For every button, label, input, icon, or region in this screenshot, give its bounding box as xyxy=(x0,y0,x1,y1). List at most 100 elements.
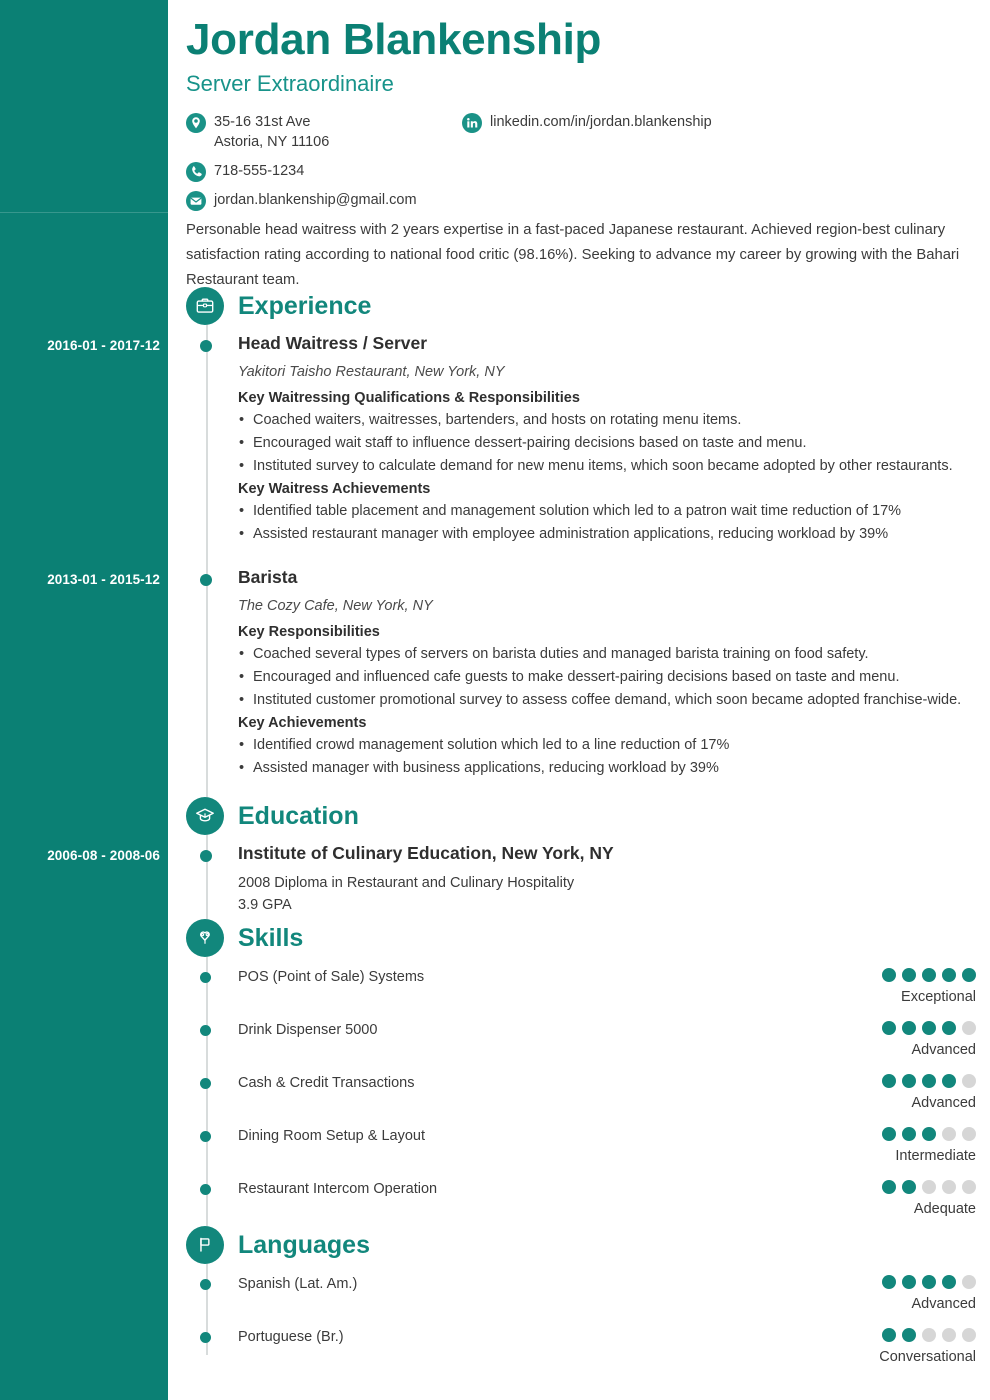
contact-column-left: 35-16 31st Ave Astoria, NY 11106 718-555… xyxy=(186,112,456,219)
skill-rating-3: Advanced xyxy=(716,1073,976,1112)
experience-entry-1-group-2-label: Key Waitress Achievements xyxy=(238,481,431,498)
contact-address: 35-16 31st Ave Astoria, NY 11106 xyxy=(186,112,456,152)
skill-row-1: POS (Point of Sale) Systems Exceptional xyxy=(186,967,976,1011)
education-entry-1-body: Institute of Culinary Education, New Yor… xyxy=(238,843,976,916)
rating-dot xyxy=(922,1020,936,1035)
rating-dot xyxy=(962,1179,976,1194)
experience-entry-1-group-1-bullets: Coached waiters, waitresses, bartenders,… xyxy=(238,409,976,477)
rating-dots xyxy=(716,967,976,982)
contact-linkedin: linkedin.com/in/jordan.blankenship xyxy=(462,112,932,134)
linkedin-icon xyxy=(462,113,482,134)
timeline-dot xyxy=(200,1025,211,1036)
list-item: Encouraged and influenced cafe guests to… xyxy=(238,666,976,688)
timeline-dot xyxy=(200,340,212,352)
envelope-icon xyxy=(186,191,206,212)
rating-dot xyxy=(942,1274,956,1289)
language-label: Portuguese (Br.) xyxy=(238,1329,344,1345)
timeline-dot xyxy=(200,1332,211,1343)
rating-dot xyxy=(942,1327,956,1342)
rating-dot xyxy=(882,1179,896,1194)
experience-entry-2-title: Barista xyxy=(238,567,298,587)
experience-entry-1-employer: Yakitori Taisho Restaurant, New York, NY xyxy=(238,363,505,380)
skill-row-3: Cash & Credit Transactions Advanced xyxy=(186,1073,976,1117)
list-item: Instituted survey to calculate demand fo… xyxy=(238,455,976,477)
contact-phone-text: 718-555-1234 xyxy=(214,163,305,180)
experience-entry-2-group-1-bullets: Coached several types of servers on bari… xyxy=(238,643,976,711)
rating-dot xyxy=(922,1179,936,1194)
rating-dot xyxy=(902,1179,916,1194)
list-item: Identified table placement and managemen… xyxy=(238,500,976,522)
contact-email-text: jordan.blankenship@gmail.com xyxy=(214,192,417,209)
rating-dot xyxy=(942,1179,956,1194)
rating-dot xyxy=(922,1274,936,1289)
address-line-2: Astoria, NY 11106 xyxy=(214,134,330,151)
language-level: Conversational xyxy=(879,1349,976,1365)
list-item: Assisted restaurant manager with employe… xyxy=(238,523,976,545)
experience-entry-2-group-1-label: Key Responsibilities xyxy=(238,624,380,641)
contact-email: jordan.blankenship@gmail.com xyxy=(186,190,456,212)
section-header-skills: Skills xyxy=(186,919,303,957)
rating-dot xyxy=(902,1020,916,1035)
education-entry-1-diploma: 2008 Diploma in Restaurant and Culinary … xyxy=(238,874,575,891)
timeline-dot xyxy=(200,1078,211,1089)
rating-dot xyxy=(902,967,916,982)
rating-dot xyxy=(882,1327,896,1342)
experience-entry-1-group-2-bullets: Identified table placement and managemen… xyxy=(238,500,976,545)
rating-dots xyxy=(716,1020,976,1035)
experience-entry-2-group-2-label: Key Achievements xyxy=(238,715,367,732)
list-item: Coached several types of servers on bari… xyxy=(238,643,976,665)
rating-dot xyxy=(882,967,896,982)
experience-entry-1: Head Waitress / Server Yakitori Taisho R… xyxy=(186,333,976,546)
resume-header: Jordan Blankenship Server Extraordinaire… xyxy=(186,15,970,212)
section-header-education: Education xyxy=(186,797,359,835)
rating-dot xyxy=(962,1020,976,1035)
page-title: Jordan Blankenship xyxy=(186,15,602,64)
rating-dot xyxy=(962,1327,976,1342)
list-item: Instituted customer promotional survey t… xyxy=(238,689,976,711)
skill-row-2: Drink Dispenser 5000 Advanced xyxy=(186,1020,976,1064)
skill-level: Exceptional xyxy=(901,989,976,1005)
timeline-dot xyxy=(200,850,212,862)
education-entry-1: Institute of Culinary Education, New Yor… xyxy=(186,843,976,916)
education-entry-1-gpa: 3.9 GPA xyxy=(238,896,292,913)
job-title: Server Extraordinaire xyxy=(186,71,394,96)
contact-column-right: linkedin.com/in/jordan.blankenship xyxy=(462,112,932,141)
experience-entry-2: Barista The Cozy Cafe, New York, NY Key … xyxy=(186,567,976,780)
list-item: Coached waiters, waitresses, bartenders,… xyxy=(238,409,976,431)
rating-dot xyxy=(902,1126,916,1141)
rating-dot xyxy=(922,1327,936,1342)
section-title-education: Education xyxy=(238,801,359,830)
puzzle-heart-icon xyxy=(186,919,224,957)
rating-dot xyxy=(922,1073,936,1088)
rating-dots xyxy=(716,1073,976,1088)
skill-rating-5: Adequate xyxy=(716,1179,976,1218)
graduation-cap-icon xyxy=(186,797,224,835)
flag-icon xyxy=(186,1226,224,1264)
skill-level: Advanced xyxy=(911,1042,977,1058)
rating-dot xyxy=(902,1274,916,1289)
rating-dot xyxy=(882,1274,896,1289)
skill-label: Drink Dispenser 5000 xyxy=(238,1022,378,1038)
experience-entry-1-body: Head Waitress / Server Yakitori Taisho R… xyxy=(238,333,976,545)
language-label: Spanish (Lat. Am.) xyxy=(238,1276,358,1292)
skill-rating-1: Exceptional xyxy=(716,967,976,1006)
sidebar-date-experience-2: 2013-01 - 2015-12 xyxy=(47,572,160,587)
skill-row-4: Dining Room Setup & Layout Intermediate xyxy=(186,1126,976,1170)
rating-dot xyxy=(942,1073,956,1088)
section-title-experience: Experience xyxy=(238,291,372,320)
language-rating-1: Advanced xyxy=(716,1274,976,1313)
main-content: Jordan Blankenship Server Extraordinaire… xyxy=(168,0,990,1400)
experience-entry-2-body: Barista The Cozy Cafe, New York, NY Key … xyxy=(238,567,976,779)
sidebar-date-education-1: 2006-08 - 2008-06 xyxy=(47,848,160,863)
experience-entry-2-group-2-bullets: Identified crowd management solution whi… xyxy=(238,734,976,779)
section-header-experience: Experience xyxy=(186,287,371,325)
skill-level: Advanced xyxy=(911,1095,977,1111)
sidebar-date-experience-1: 2016-01 - 2017-12 xyxy=(47,338,160,353)
timeline-dot xyxy=(200,1279,211,1290)
education-entry-1-title: Institute of Culinary Education, New Yor… xyxy=(238,843,614,863)
rating-dot xyxy=(882,1020,896,1035)
skill-label: Restaurant Intercom Operation xyxy=(238,1181,438,1197)
section-title-languages: Languages xyxy=(238,1230,370,1259)
language-row-2: Portuguese (Br.) Conversational xyxy=(186,1327,976,1371)
sidebar-divider xyxy=(0,212,168,213)
